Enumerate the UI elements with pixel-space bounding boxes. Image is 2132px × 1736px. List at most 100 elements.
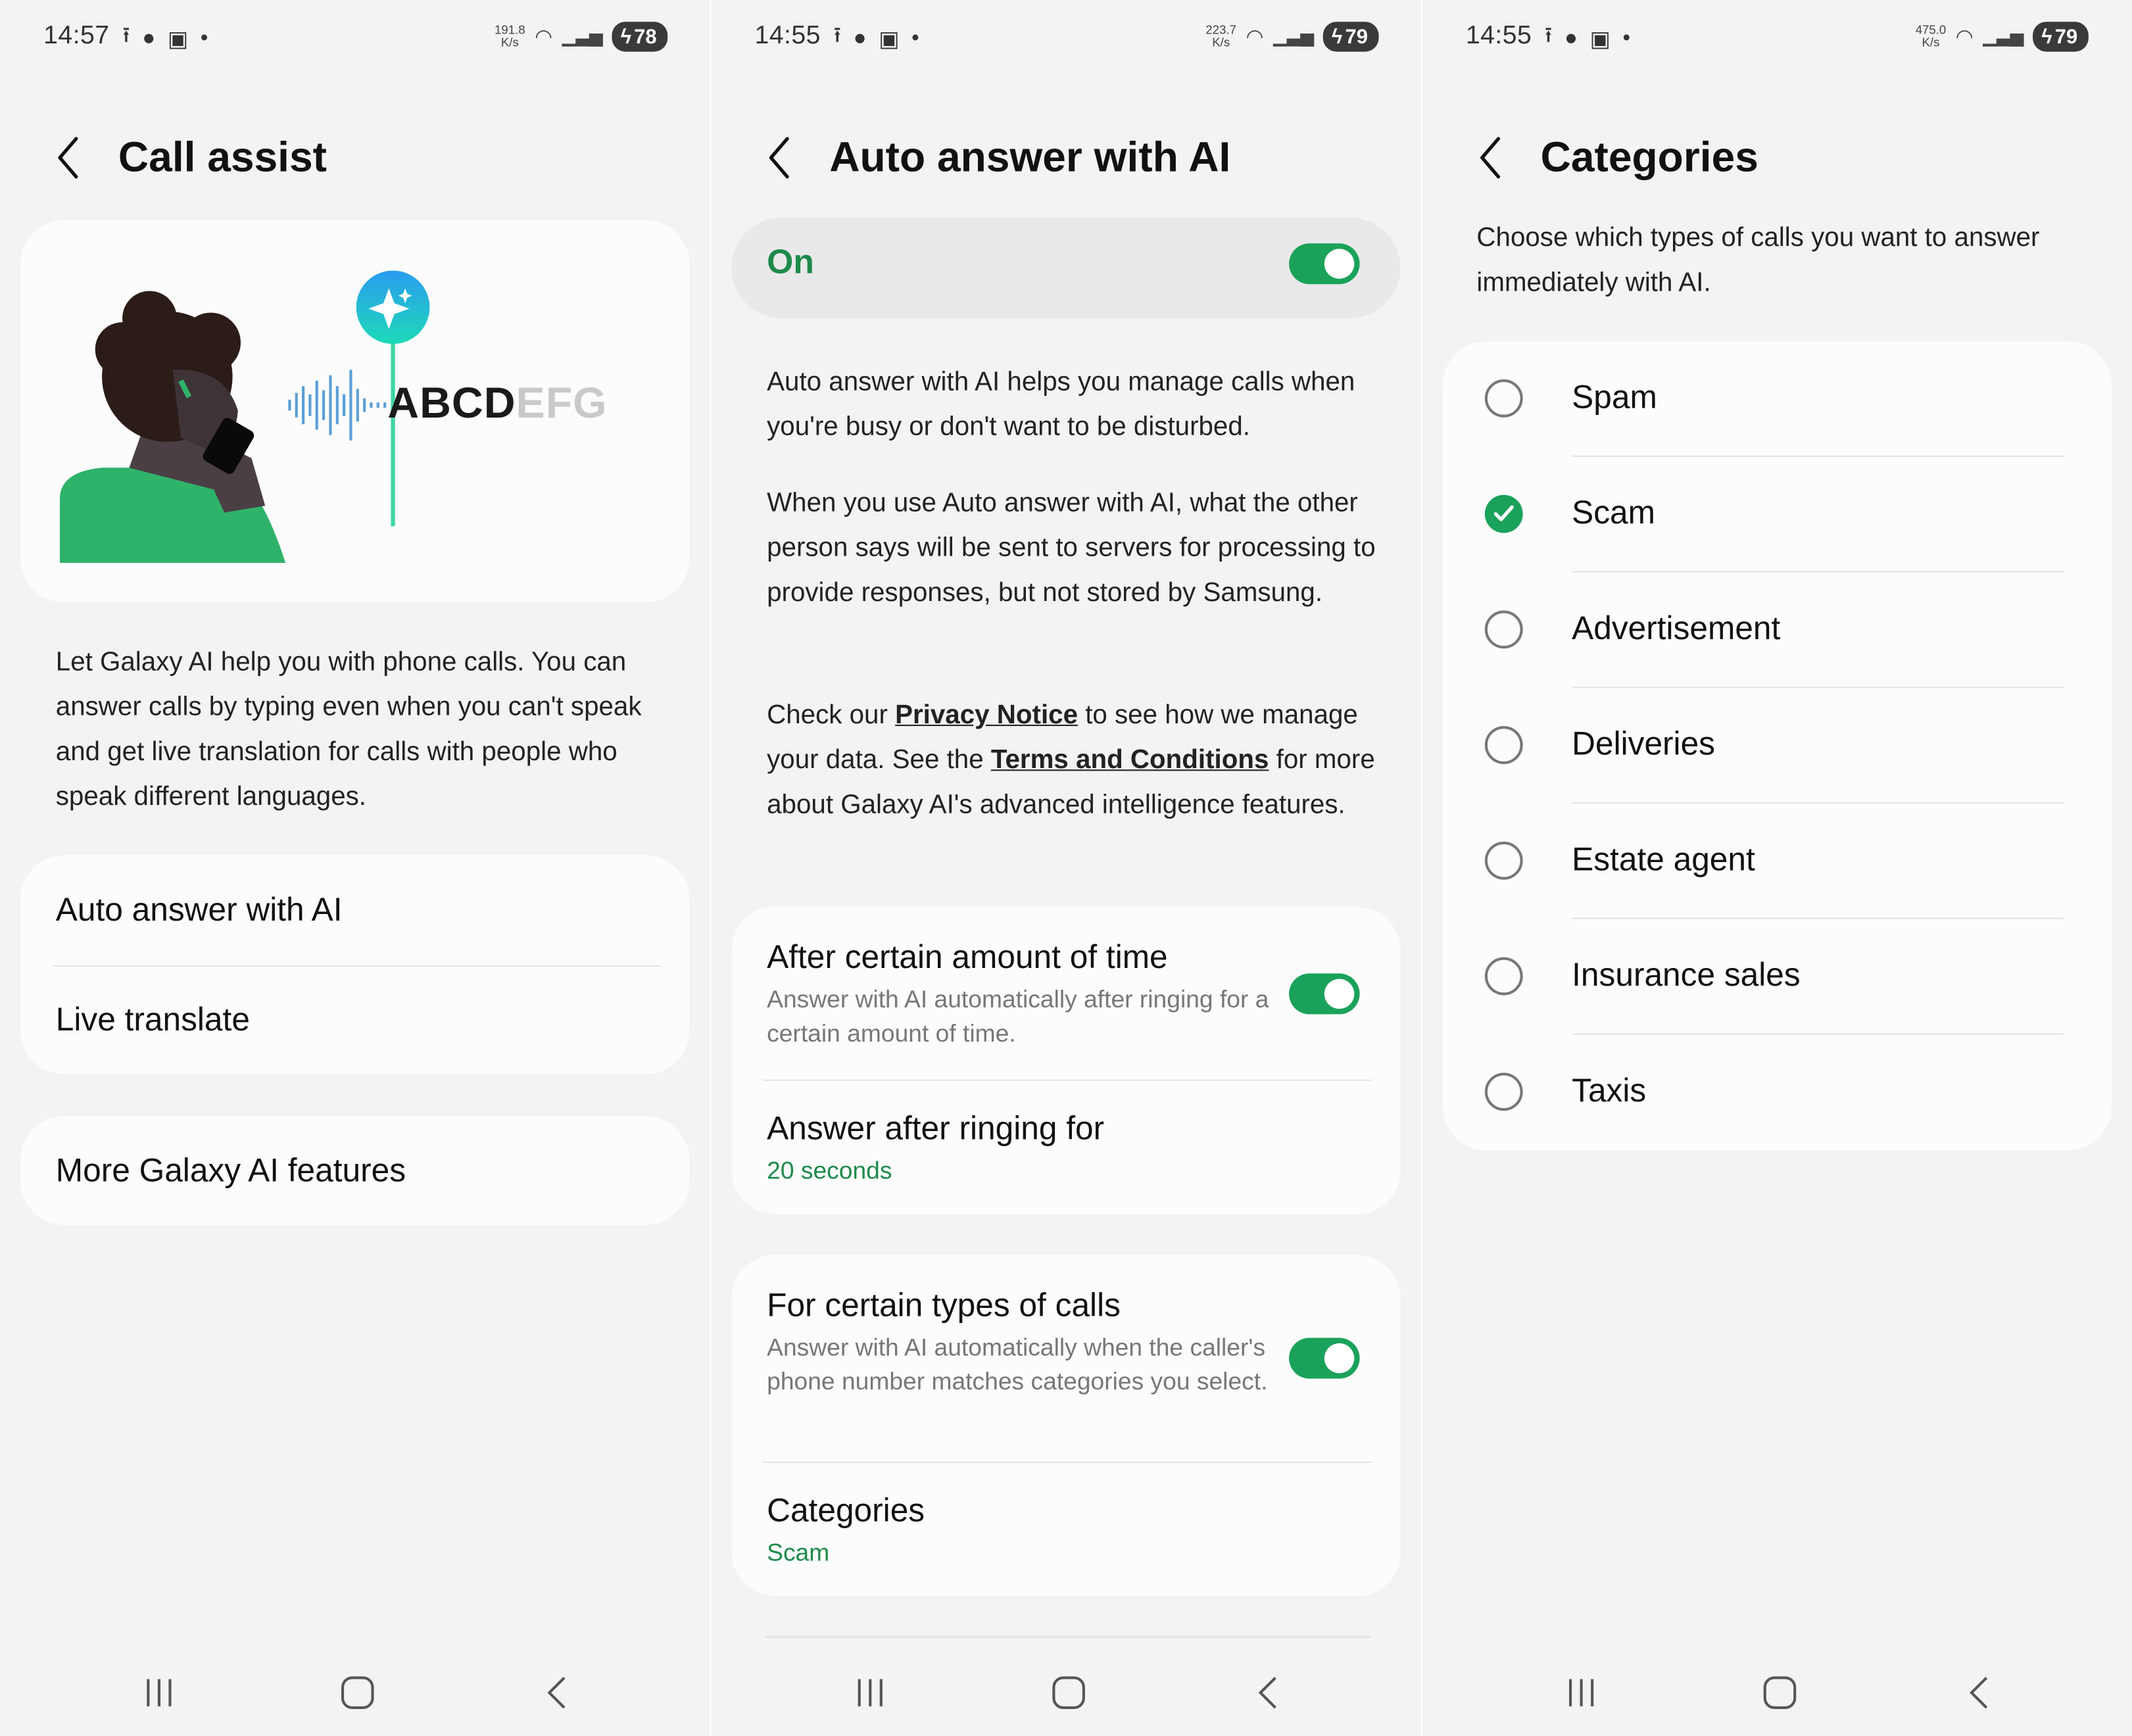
page-title: Call assist bbox=[118, 133, 327, 181]
notification-icons: ⭱ ● ▣ • bbox=[122, 20, 208, 57]
screen-separator bbox=[710, 0, 712, 1736]
illustration-text-light: EFG bbox=[516, 377, 608, 427]
master-switch-label: On bbox=[767, 243, 814, 281]
ring-duration-value: 20 seconds bbox=[767, 1157, 892, 1184]
status-time: 14:57 bbox=[43, 22, 110, 51]
time-option-title: After certain amount of time bbox=[767, 939, 1168, 976]
type-option-title: For certain types of calls bbox=[767, 1288, 1121, 1324]
recents-button[interactable] bbox=[843, 1670, 898, 1716]
app-header: Call assist bbox=[0, 120, 711, 196]
back-button[interactable] bbox=[1468, 130, 1517, 185]
notification-icons: ⭱ ● ▣ • bbox=[833, 20, 919, 57]
live-translate-label: Live translate bbox=[55, 1001, 250, 1039]
call-assist-options-card: Auto answer with AI Live translate bbox=[20, 855, 690, 1074]
next-card-edge bbox=[765, 1635, 1371, 1639]
live-translate-item[interactable]: Live translate bbox=[20, 965, 689, 1074]
home-button[interactable] bbox=[1042, 1670, 1096, 1716]
category-item[interactable]: Scam bbox=[1443, 457, 2112, 573]
category-item[interactable]: Deliveries bbox=[1443, 688, 2112, 804]
battery-indicator: ϟ 79 bbox=[1323, 22, 1379, 52]
battery-level: 79 bbox=[1345, 25, 1369, 49]
auto-answer-label: Auto answer with AI bbox=[55, 892, 343, 929]
master-toggle[interactable] bbox=[1289, 243, 1360, 285]
back-button[interactable] bbox=[758, 130, 806, 185]
ring-duration-item[interactable]: Answer after ringing for 20 seconds bbox=[731, 1081, 1400, 1215]
radio-unchecked-icon[interactable] bbox=[1484, 726, 1523, 764]
home-icon bbox=[1763, 1676, 1797, 1709]
categories-item[interactable]: Categories Scam bbox=[731, 1463, 1400, 1597]
screen-auto-answer: 14:55 ⭱ ● ▣ • 223.7 K/s ◠ ▁▃▅ ϟ 79 Auto … bbox=[711, 0, 1422, 1736]
wifi-icon: ◠ bbox=[1955, 26, 1974, 49]
radio-checked-icon[interactable] bbox=[1484, 494, 1523, 533]
recents-icon bbox=[147, 1679, 172, 1706]
home-button[interactable] bbox=[330, 1670, 385, 1716]
time-option-card: After certain amount of time Answer with… bbox=[731, 907, 1401, 1215]
terms-conditions-link[interactable]: Terms and Conditions bbox=[991, 745, 1269, 775]
status-time: 14:55 bbox=[754, 22, 821, 51]
illustration-caption: ABCDEFG bbox=[387, 378, 607, 429]
net-speed-unit: K/s bbox=[1212, 35, 1230, 49]
category-item[interactable]: Estate agent bbox=[1443, 804, 2112, 919]
dot-icon: • bbox=[911, 26, 919, 50]
time-option-toggle[interactable] bbox=[1289, 973, 1360, 1015]
upload-icon: ⭱ bbox=[833, 24, 842, 48]
radio-unchecked-icon[interactable] bbox=[1484, 379, 1523, 418]
type-option-item[interactable]: For certain types of calls Answer with A… bbox=[731, 1255, 1400, 1461]
back-button[interactable] bbox=[46, 130, 95, 185]
master-switch-bar[interactable]: On bbox=[731, 217, 1401, 318]
type-option-toggle[interactable] bbox=[1289, 1338, 1360, 1379]
category-label: Spam bbox=[1572, 379, 1657, 416]
system-back-button[interactable] bbox=[1242, 1670, 1296, 1716]
back-arrow-icon bbox=[1480, 137, 1501, 179]
recents-icon bbox=[1569, 1679, 1594, 1706]
net-speed-unit: K/s bbox=[500, 35, 519, 49]
screenshot-icon: ▣ bbox=[879, 28, 900, 51]
terms-text-pre: Check our bbox=[767, 700, 896, 731]
recents-button[interactable] bbox=[132, 1670, 187, 1716]
system-back-button[interactable] bbox=[530, 1670, 585, 1716]
radio-unchecked-icon[interactable] bbox=[1484, 957, 1523, 996]
privacy-notice-link[interactable]: Privacy Notice bbox=[895, 700, 1078, 730]
category-item[interactable]: Taxis bbox=[1443, 1034, 2112, 1150]
category-item[interactable]: Advertisement bbox=[1443, 572, 2112, 688]
radio-unchecked-icon[interactable] bbox=[1484, 610, 1523, 649]
radio-unchecked-icon[interactable] bbox=[1484, 841, 1523, 880]
type-option-subtitle: Answer with AI automatically when the ca… bbox=[767, 1334, 1268, 1395]
illustration-card: ABCDEFG bbox=[20, 220, 690, 602]
bulb-icon: ● bbox=[142, 26, 156, 50]
category-label: Deliveries bbox=[1572, 726, 1716, 763]
more-galaxy-ai-item[interactable]: More Galaxy AI features bbox=[20, 1116, 690, 1225]
time-option-subtitle: Answer with AI automatically after ringi… bbox=[767, 986, 1269, 1048]
categories-list-card: Spam Scam Advertisement Deliveries Estate ag… bbox=[1442, 341, 2112, 1151]
status-bar: 14:55 ⭱ ● ▣ • 475.0 K/s ◠ ▁▃▅ ϟ 79 bbox=[1422, 0, 2132, 76]
back-arrow-icon bbox=[58, 137, 78, 179]
home-icon bbox=[341, 1676, 374, 1709]
notification-icons: ⭱ ● ▣ • bbox=[1545, 20, 1630, 57]
screen-call-assist: 14:57 ⭱ ● ▣ • 191.8 K/s ◠ ▁▃▅ ϟ 78 Call … bbox=[0, 0, 712, 1736]
signal-icon: ▁▃▅ bbox=[562, 26, 603, 47]
upload-icon: ⭱ bbox=[1544, 24, 1553, 48]
screen-categories: 14:55 ⭱ ● ▣ • 475.0 K/s ◠ ▁▃▅ ϟ 79 Categ… bbox=[1422, 0, 2132, 1736]
category-item[interactable]: Spam bbox=[1443, 341, 2112, 457]
category-item[interactable]: Insurance sales bbox=[1443, 919, 2112, 1035]
time-option-item[interactable]: After certain amount of time Answer with… bbox=[731, 907, 1400, 1078]
auto-answer-item[interactable]: Auto answer with AI bbox=[20, 856, 689, 965]
battery-level: 78 bbox=[634, 25, 657, 49]
recents-button[interactable] bbox=[1554, 1670, 1609, 1716]
illustration-text-dark: ABCD bbox=[387, 377, 516, 427]
categories-intro: Choose which types of calls you want to … bbox=[1476, 223, 2040, 298]
nav-back-icon bbox=[1970, 1676, 1988, 1709]
radio-unchecked-icon[interactable] bbox=[1484, 1073, 1523, 1111]
category-label: Taxis bbox=[1572, 1073, 1647, 1110]
home-button[interactable] bbox=[1753, 1670, 1807, 1716]
categories-value: Scam bbox=[767, 1539, 830, 1566]
battery-level: 79 bbox=[2054, 25, 2078, 49]
categories-title: Categories bbox=[767, 1493, 925, 1530]
bulb-icon: ● bbox=[1564, 26, 1578, 50]
system-back-button[interactable] bbox=[1952, 1670, 2007, 1716]
charging-icon: ϟ bbox=[1331, 25, 1343, 49]
nav-back-icon bbox=[1258, 1676, 1276, 1709]
wifi-icon: ◠ bbox=[535, 26, 553, 49]
app-header: Auto answer with AI bbox=[711, 120, 1422, 196]
page-title: Auto answer with AI bbox=[829, 133, 1231, 181]
